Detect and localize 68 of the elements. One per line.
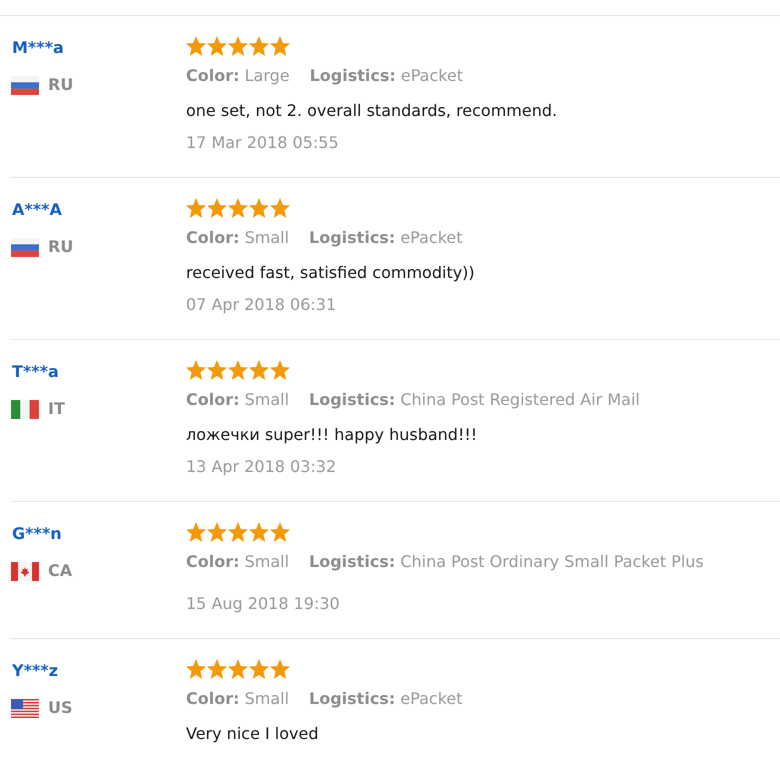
attribute-value: China Post Registered Air Mail [400, 390, 640, 409]
review-text: received fast, satisfied commodity)) [186, 262, 475, 284]
country-code: IT [48, 398, 65, 420]
star-icon [228, 36, 248, 56]
attribute-value: Small [244, 689, 290, 708]
canada-flag-icon [11, 562, 39, 580]
reviewer-name-link[interactable]: T***a [12, 361, 59, 383]
review-text: ложечки super!!! happy husband!!! [186, 424, 478, 446]
star-icon [228, 198, 248, 218]
star-icon [207, 659, 227, 679]
attribute-label: Logistics: [310, 66, 396, 85]
star-icon [249, 360, 269, 380]
attribute-value: Large [244, 66, 290, 85]
attribute-label: Color: [186, 66, 240, 85]
country-code: RU [48, 74, 74, 96]
attribute-value: Small [244, 390, 290, 409]
attribute-value: Small [244, 228, 290, 247]
attribute-value: ePacket [400, 228, 462, 247]
star-icon [186, 522, 206, 542]
reviewer-name-link[interactable]: M***a [12, 37, 64, 59]
attribute-value: Small [244, 552, 290, 571]
reviewer-name-link[interactable]: A***A [12, 199, 62, 221]
attribute-value: ePacket [400, 689, 462, 708]
star-icon [207, 360, 227, 380]
russia-flag-icon [11, 76, 39, 94]
italy-flag-icon [11, 400, 39, 418]
star-icon [270, 522, 290, 542]
review-date: 07 Apr 2018 06:31 [186, 294, 336, 316]
review-date: 17 Mar 2018 05:55 [186, 132, 339, 154]
star-icon [249, 198, 269, 218]
attribute-value: China Post Ordinary Small Packet Plus [400, 552, 704, 571]
star-icon [249, 36, 269, 56]
star-icon [186, 198, 206, 218]
country-code: US [48, 697, 73, 719]
country-code: CA [48, 560, 72, 582]
review-text: Very nice I loved [186, 723, 318, 745]
reviewer-name-link[interactable]: G***n [12, 523, 62, 545]
star-icon [186, 659, 206, 679]
reviewer-name-link[interactable]: Y***z [12, 660, 58, 682]
attribute-label: Logistics: [309, 390, 396, 409]
country-code: RU [48, 236, 74, 258]
star-icon [270, 360, 290, 380]
attribute-label: Color: [186, 228, 240, 247]
star-icon [228, 659, 248, 679]
star-icon [207, 522, 227, 542]
star-icon [207, 36, 227, 56]
star-icon [207, 198, 227, 218]
usa-flag-icon [11, 698, 39, 718]
attribute-label: Logistics: [309, 689, 396, 708]
attribute-label: Color: [186, 552, 240, 571]
review-date: 15 Aug 2018 19:30 [186, 593, 340, 615]
attribute-label: Color: [186, 390, 240, 409]
attribute-value: ePacket [400, 66, 464, 85]
star-icon [270, 36, 290, 56]
attribute-label: Logistics: [309, 228, 396, 247]
review-date: 13 Apr 2018 03:32 [186, 456, 336, 478]
star-icon [270, 198, 290, 218]
star-icon [186, 36, 206, 56]
review-text: one set, not 2. overall standards, recommend. [186, 100, 558, 122]
star-icon [270, 659, 290, 679]
attribute-label: Logistics: [309, 552, 396, 571]
attribute-label: Color: [186, 689, 240, 708]
star-icon [249, 522, 269, 542]
russia-flag-icon [11, 238, 39, 256]
star-icon [228, 360, 248, 380]
star-icon [186, 360, 206, 380]
star-icon [249, 659, 269, 679]
star-icon [228, 522, 248, 542]
